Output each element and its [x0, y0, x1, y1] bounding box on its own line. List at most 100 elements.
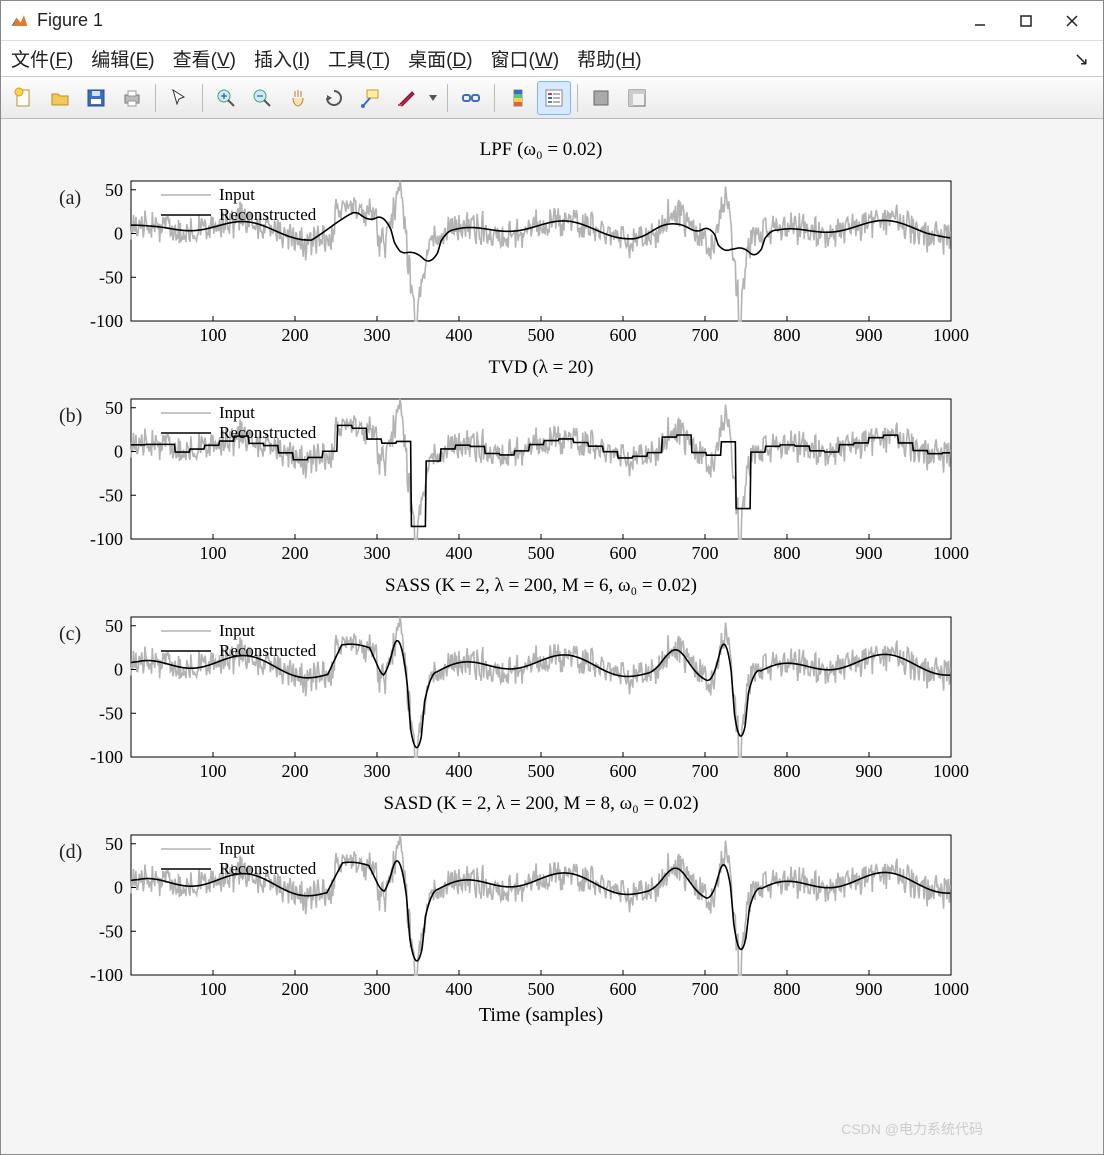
svg-text:50: 50: [105, 834, 123, 854]
svg-text:Input: Input: [219, 185, 255, 204]
svg-text:800: 800: [774, 543, 801, 563]
colorbar-icon[interactable]: [501, 81, 535, 115]
svg-text:100: 100: [200, 543, 227, 563]
figure-canvas: (a) LPF (ω₀ = 0.02) 10020030040050060070…: [1, 119, 1103, 1154]
svg-text:700: 700: [692, 543, 719, 563]
window-controls: [957, 5, 1095, 37]
svg-text:100: 100: [200, 325, 227, 345]
hide-plot-tools-icon[interactable]: [584, 81, 618, 115]
menu-desktop[interactable]: 桌面(D): [408, 45, 472, 72]
menu-edit[interactable]: 编辑(E): [91, 45, 154, 72]
svg-text:100: 100: [200, 979, 227, 999]
axes[interactable]: SASD (K = 2, λ = 200, M = 8, ω₀ = 0.02) …: [11, 793, 1051, 1033]
open-icon[interactable]: [43, 81, 77, 115]
menubar: 文件(F) 编辑(E) 查看(V) 插入(I) 工具(T) 桌面(D) 窗口(W…: [1, 41, 1103, 77]
panel-label: (d): [59, 841, 82, 864]
svg-text:600: 600: [610, 979, 637, 999]
svg-text:Input: Input: [219, 839, 255, 858]
rotate-icon[interactable]: [317, 81, 351, 115]
svg-text:500: 500: [528, 543, 555, 563]
panel-label: (c): [59, 623, 81, 646]
svg-text:400: 400: [446, 979, 473, 999]
subplot-3: (d) SASD (K = 2, λ = 200, M = 8, ω₀ = 0.…: [11, 793, 1093, 1037]
svg-text:400: 400: [446, 761, 473, 781]
subplot-0: (a) LPF (ω₀ = 0.02) 10020030040050060070…: [11, 139, 1093, 357]
pointer-icon[interactable]: [162, 81, 196, 115]
brush-dropdown-icon[interactable]: [425, 81, 441, 115]
svg-text:600: 600: [610, 761, 637, 781]
link-icon[interactable]: [454, 81, 488, 115]
svg-text:Reconstructed: Reconstructed: [219, 205, 317, 224]
toolbar-separator: [202, 84, 203, 112]
svg-text:1000: 1000: [933, 761, 969, 781]
svg-text:500: 500: [528, 979, 555, 999]
axes[interactable]: LPF (ω₀ = 0.02) 100200300400500600700800…: [11, 139, 1051, 353]
legend-icon[interactable]: [537, 81, 571, 115]
svg-text:-100: -100: [90, 965, 123, 985]
svg-text:Time (samples): Time (samples): [479, 1004, 603, 1026]
titlebar: Figure 1: [1, 1, 1103, 41]
svg-text:500: 500: [528, 325, 555, 345]
svg-text:Input: Input: [219, 621, 255, 640]
menu-view[interactable]: 查看(V): [173, 45, 236, 72]
toolbar-separator: [447, 84, 448, 112]
svg-text:1000: 1000: [933, 979, 969, 999]
watermark: CSDN @电力系统代码: [841, 1119, 983, 1139]
svg-text:600: 600: [610, 325, 637, 345]
pan-icon[interactable]: [281, 81, 315, 115]
close-button[interactable]: [1049, 5, 1095, 37]
svg-text:50: 50: [105, 180, 123, 200]
menu-window[interactable]: 窗口(W): [491, 45, 560, 72]
new-icon[interactable]: [7, 81, 41, 115]
save-icon[interactable]: [79, 81, 113, 115]
svg-text:900: 900: [856, 325, 883, 345]
svg-text:700: 700: [692, 761, 719, 781]
zoom-in-icon[interactable]: [209, 81, 243, 115]
menu-file[interactable]: 文件(F): [11, 45, 73, 72]
svg-text:Input: Input: [219, 403, 255, 422]
show-plot-tools-icon[interactable]: [620, 81, 654, 115]
axes[interactable]: TVD (λ = 20) 100200300400500600700800900…: [11, 357, 1051, 571]
dock-icon[interactable]: ↘: [1074, 49, 1089, 70]
svg-text:400: 400: [446, 325, 473, 345]
zoom-out-icon[interactable]: [245, 81, 279, 115]
svg-text:50: 50: [105, 398, 123, 418]
svg-text:700: 700: [692, 325, 719, 345]
minimize-button[interactable]: [957, 5, 1003, 37]
plot-title: TVD (λ = 20): [489, 357, 594, 378]
svg-text:500: 500: [528, 761, 555, 781]
svg-text:0: 0: [114, 442, 123, 462]
svg-text:-50: -50: [99, 485, 123, 505]
svg-text:400: 400: [446, 543, 473, 563]
svg-text:Reconstructed: Reconstructed: [219, 423, 317, 442]
toolbar: [1, 77, 1103, 119]
panel-label: (a): [59, 187, 81, 210]
brush-icon[interactable]: [389, 81, 423, 115]
svg-text:0: 0: [114, 878, 123, 898]
toolbar-separator: [155, 84, 156, 112]
svg-text:50: 50: [105, 616, 123, 636]
menu-help[interactable]: 帮助(H): [577, 45, 641, 72]
svg-text:300: 300: [364, 979, 391, 999]
panel-label: (b): [59, 405, 82, 428]
plot-title: SASS (K = 2, λ = 200, M = 6, ω₀ = 0.02): [385, 575, 697, 596]
svg-text:800: 800: [774, 325, 801, 345]
svg-text:900: 900: [856, 979, 883, 999]
svg-text:200: 200: [282, 761, 309, 781]
svg-text:900: 900: [856, 543, 883, 563]
print-icon[interactable]: [115, 81, 149, 115]
svg-text:300: 300: [364, 325, 391, 345]
svg-text:800: 800: [774, 761, 801, 781]
svg-text:1000: 1000: [933, 543, 969, 563]
maximize-button[interactable]: [1003, 5, 1049, 37]
menu-insert[interactable]: 插入(I): [254, 45, 310, 72]
svg-text:300: 300: [364, 543, 391, 563]
axes[interactable]: SASS (K = 2, λ = 200, M = 6, ω₀ = 0.02) …: [11, 575, 1051, 789]
menu-tools[interactable]: 工具(T): [328, 45, 390, 72]
svg-text:800: 800: [774, 979, 801, 999]
toolbar-separator: [577, 84, 578, 112]
svg-text:-100: -100: [90, 747, 123, 767]
plot-title: LPF (ω₀ = 0.02): [480, 139, 603, 160]
svg-text:100: 100: [200, 761, 227, 781]
datatip-icon[interactable]: [353, 81, 387, 115]
